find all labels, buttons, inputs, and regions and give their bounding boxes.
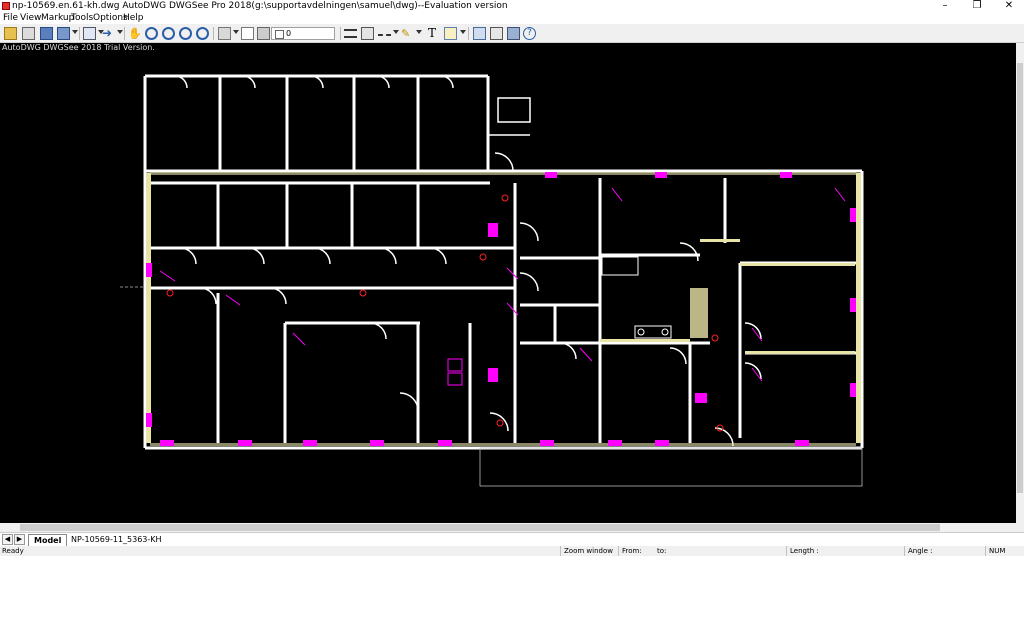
status-separator [904,546,905,556]
layout-tab-bar: ◀ ▶ Model NP-10569-11_5363-KH [0,532,1024,547]
status-from: From: [622,547,642,555]
text-icon[interactable]: T [428,27,441,40]
open-icon[interactable] [4,27,17,40]
save-as-icon[interactable] [57,27,70,40]
color-icon[interactable] [241,27,254,40]
pen-icon[interactable]: ✎ [401,27,414,40]
menu-view[interactable]: View [20,13,41,23]
status-separator [786,546,787,556]
status-length: Length : [790,547,819,555]
layer-value: 0 [286,29,292,38]
status-ready: Ready [2,547,24,555]
toolbar-separator [124,27,125,40]
status-bar: Ready Zoom window From: to: Length : Ang… [0,546,1024,556]
toolbar: ➜ ✋ ✎ T ? [0,24,1024,43]
help-icon[interactable]: ? [523,27,536,40]
status-to: to: [657,547,667,555]
layer-state-icon[interactable] [257,27,270,40]
copy-icon[interactable] [473,27,486,40]
window-title: np-10569.en.61-kh.dwg AutoDWG DWGSee Pro… [12,1,508,11]
linetype-icon[interactable] [378,27,391,36]
tab-prev-icon[interactable]: ◀ [2,534,13,545]
vertical-scroll-thumb[interactable] [1017,63,1023,493]
dimension-icon[interactable] [361,27,374,40]
linetype-dropdown-icon[interactable] [393,30,399,34]
scroll-corner [1016,523,1024,532]
floor-plan [120,74,864,487]
status-separator [985,546,986,556]
print-icon[interactable] [22,27,35,40]
save-dropdown-icon[interactable] [72,30,78,34]
nav-dropdown-icon[interactable] [117,30,123,34]
menu-tools[interactable]: Tools [71,13,93,23]
screen-icon[interactable] [83,27,96,40]
menu-help[interactable]: Help [123,13,144,23]
status-zoom-window: Zoom window [564,547,613,555]
zoom-in-icon[interactable] [162,27,175,40]
pan-icon[interactable]: ✋ [128,27,142,40]
measure-icon[interactable] [344,29,357,38]
pen-dropdown-icon[interactable] [416,30,422,34]
forward-icon[interactable]: ➜ [102,27,115,40]
horizontal-scrollbar[interactable] [0,523,1016,532]
comment-icon[interactable] [444,27,457,40]
close-button[interactable]: ✕ [994,0,1024,12]
layer-dropdown-icon[interactable] [233,30,239,34]
toolbar-separator [79,27,80,40]
toolbar-separator [340,27,341,40]
status-separator [560,546,561,556]
toolbar-separator [213,27,214,40]
find-icon[interactable] [507,27,520,40]
zoom-out-icon[interactable] [179,27,192,40]
status-angle: Angle : [908,547,933,555]
layer-icon[interactable] [218,27,231,40]
status-num: NUM [989,547,1006,555]
horizontal-scroll-thumb[interactable] [20,524,940,531]
minimize-button[interactable]: – [930,0,960,12]
zoom-window-icon[interactable] [145,27,158,40]
zoom-extents-icon[interactable] [196,27,209,40]
save-icon[interactable] [40,27,53,40]
comment-dropdown-icon[interactable] [460,30,466,34]
menu-file[interactable]: File [3,13,18,23]
empty-area [0,556,1024,641]
status-separator [618,546,619,556]
toolbar-separator [468,27,469,40]
layer-swatch [275,30,284,39]
compare-icon[interactable] [490,27,503,40]
tab-next-icon[interactable]: ▶ [14,534,25,545]
app-icon [2,2,10,10]
title-bar: np-10569.en.61-kh.dwg AutoDWG DWGSee Pro… [0,0,1024,12]
menu-markup[interactable]: Markup [41,13,74,23]
menu-bar: File View Markup Tools Options Help [0,12,1024,24]
drawing-canvas[interactable]: AutoDWG DWGSee 2018 Trial Version. [0,43,1016,523]
tab-layout[interactable]: NP-10569-11_5363-KH [66,534,167,546]
layer-combo[interactable]: 0 [271,27,335,40]
maximize-button[interactable]: ❐ [962,0,992,12]
vertical-scrollbar[interactable] [1016,43,1024,523]
